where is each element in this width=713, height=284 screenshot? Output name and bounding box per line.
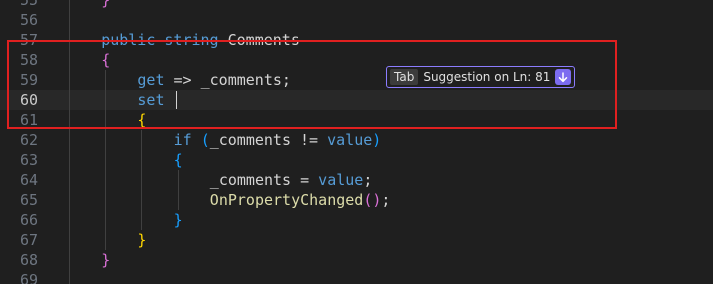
code-token: value: [318, 171, 364, 189]
line-number: 63: [19, 151, 38, 169]
code-token: value: [327, 131, 373, 149]
code-text: }: [137, 230, 146, 250]
indent-guide: [177, 170, 179, 210]
code-text: }: [174, 210, 183, 230]
indent-guide: [141, 130, 143, 230]
code-line[interactable]: 63 {: [0, 150, 713, 170]
code-line[interactable]: 68}: [0, 250, 713, 270]
code-text: _comments = value;: [210, 170, 373, 190]
code-text: OnPropertyChanged();: [210, 190, 391, 210]
code-token: {: [173, 151, 183, 169]
code-line[interactable]: 55}: [0, 0, 713, 10]
code-token: (): [363, 191, 382, 209]
code-text: if (_comments != value): [174, 130, 382, 150]
line-number: 67: [19, 231, 38, 249]
line-number: 69: [19, 271, 38, 284]
tab-key-label[interactable]: Tab: [390, 69, 419, 85]
code-token: ;: [363, 171, 373, 189]
code-text: }: [101, 250, 110, 270]
code-text: {: [174, 150, 183, 170]
line-number: 65: [19, 191, 38, 209]
code-editor[interactable]: 55} 56 57 public string Comments 58{59 get =>…: [0, 0, 713, 284]
code-token: ): [372, 131, 382, 149]
code-line[interactable]: 65 OnPropertyChanged();: [0, 190, 713, 210]
code-token: }: [137, 231, 147, 249]
code-token: if: [173, 131, 192, 149]
code-text: }: [101, 0, 110, 10]
code-token: ;: [381, 191, 391, 209]
line-number: 66: [19, 211, 38, 229]
code-token: }: [101, 0, 111, 9]
code-line[interactable]: 56: [0, 10, 713, 30]
code-token: (: [200, 131, 210, 149]
code-line[interactable]: 62 if (_comments != value): [0, 130, 713, 150]
code-token: }: [101, 251, 111, 269]
arrow-down-icon[interactable]: [555, 69, 572, 85]
code-line[interactable]: 64 _comments = value;: [0, 170, 713, 190]
line-number: 56: [19, 11, 38, 29]
suggestion-text: Suggestion on Ln: 81: [423, 70, 551, 84]
line-number: 64: [19, 171, 38, 189]
line-number: 55: [19, 0, 38, 9]
line-number: 68: [19, 251, 38, 269]
code-token: _comments =: [209, 171, 319, 189]
code-line[interactable]: 67}: [0, 230, 713, 250]
code-line[interactable]: 66}: [0, 210, 713, 230]
code-token: _comments !=: [209, 131, 328, 149]
code-token: OnPropertyChanged: [209, 191, 364, 209]
line-number: 62: [19, 131, 38, 149]
code-token: }: [173, 211, 183, 229]
inline-suggestion-hint[interactable]: Tab Suggestion on Ln: 81: [386, 66, 576, 88]
code-line[interactable]: 69: [0, 270, 713, 284]
